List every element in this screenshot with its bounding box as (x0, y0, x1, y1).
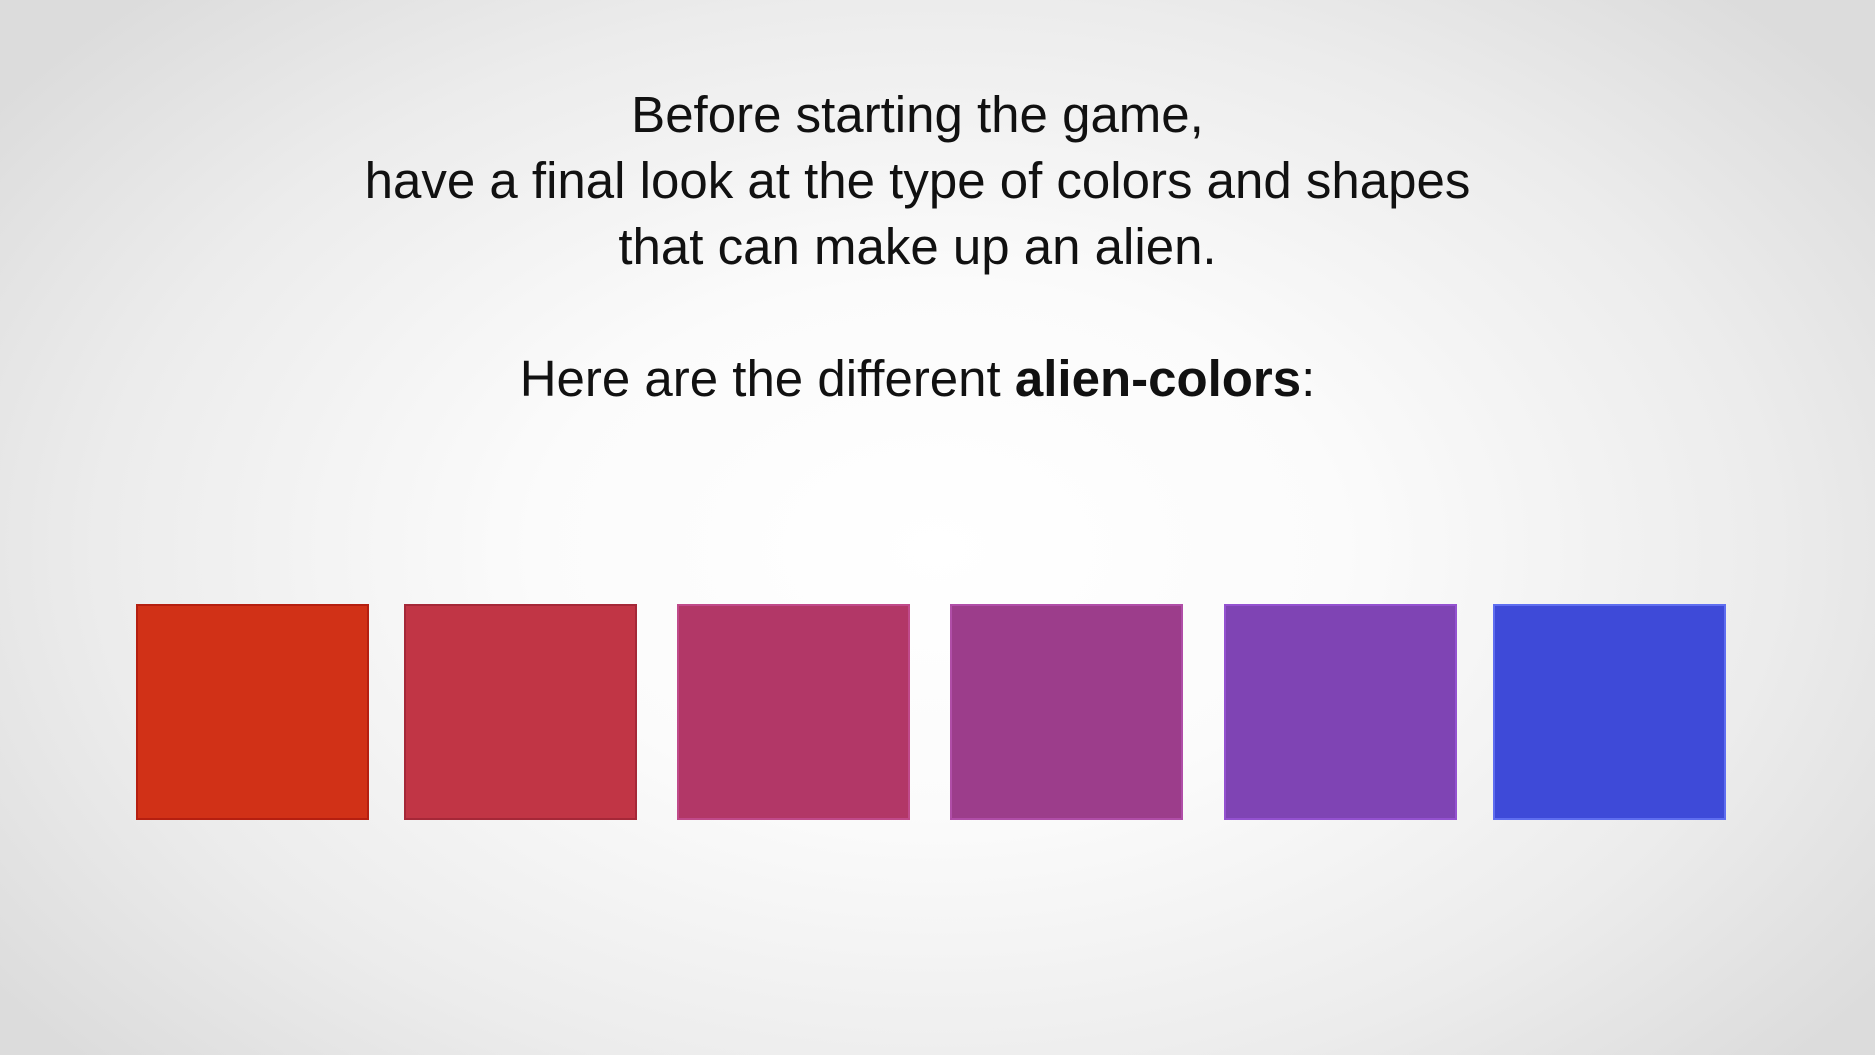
color-swatch-4 (950, 604, 1183, 820)
intro-line-2: have a final look at the type of colors … (364, 152, 1471, 209)
color-swatch-2 (404, 604, 637, 820)
intro-line-3: that can make up an alien. (618, 218, 1217, 275)
color-swatch-1 (136, 604, 369, 820)
color-swatch-3 (677, 604, 910, 820)
color-swatch-6 (1493, 604, 1726, 820)
color-swatch-row (0, 604, 1875, 824)
colors-heading: Here are the different alien-colors: (0, 346, 1835, 412)
instruction-slide: Before starting the game, have a final l… (0, 0, 1875, 1055)
intro-text: Before starting the game, have a final l… (0, 82, 1835, 280)
color-swatch-5 (1224, 604, 1457, 820)
colors-heading-prefix: Here are the different (519, 350, 1015, 407)
colors-heading-emphasis: alien-colors (1014, 350, 1302, 407)
intro-line-1: Before starting the game, (631, 86, 1204, 143)
colors-heading-suffix: : (1301, 350, 1316, 407)
